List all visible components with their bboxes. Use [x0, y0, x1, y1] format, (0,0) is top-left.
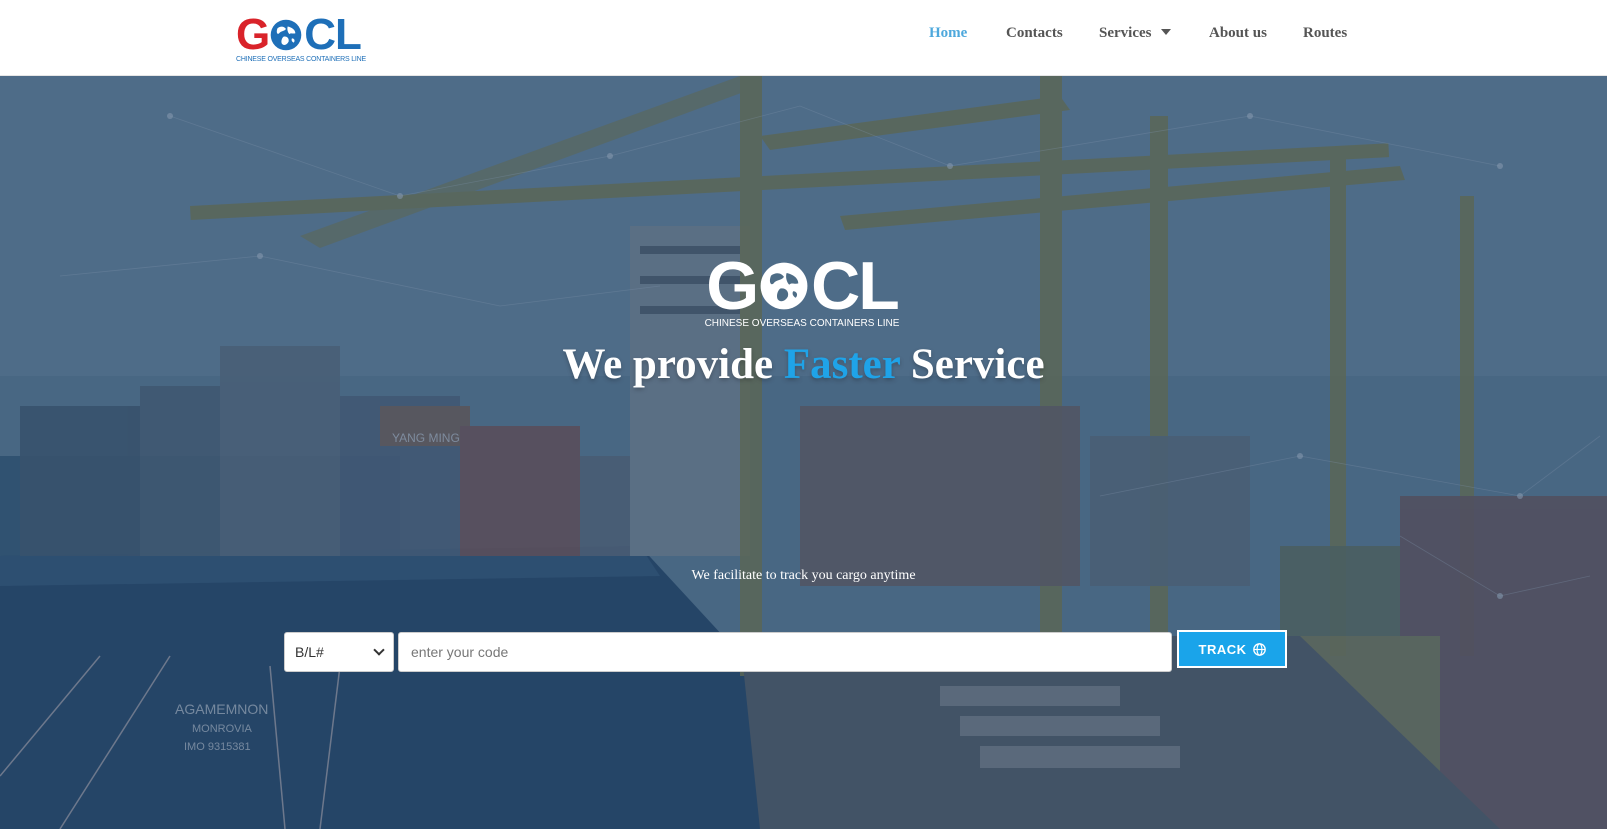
chevron-down-icon	[373, 644, 385, 656]
logo-subtitle: CHINESE OVERSEAS CONTAINERS LINE	[236, 56, 367, 63]
hero-logo: G CL CHINESE OVERSEAS CONTAINERS LINE	[700, 248, 904, 332]
tracking-type-value: B/L#	[295, 644, 324, 660]
caret-down-icon	[1161, 28, 1172, 35]
headline-accent-word: Faster	[783, 341, 901, 388]
headline-text-before: We provide	[562, 341, 784, 388]
hero-headline: We provide Faster Service	[0, 340, 1607, 389]
globe-icon	[760, 262, 808, 310]
hero-logo-letter-g: G	[706, 248, 759, 324]
headline-text-after: Service	[900, 341, 1045, 388]
nav-about-us[interactable]: About us	[1209, 22, 1267, 44]
main-nav: Home Contacts Services About us Routes	[0, 22, 1607, 44]
hero-overlay	[0, 76, 1607, 829]
hero-subline: We facilitate to track you cargo anytime	[691, 568, 916, 583]
track-button-label: TRACK	[1198, 641, 1247, 657]
tracking-type-select[interactable]: B/L#	[284, 632, 394, 672]
hero-logo-subtitle: CHINESE OVERSEAS CONTAINERS LINE	[704, 318, 900, 329]
hero-section: AGAMEMNON MONROVIA IMO 9315381 YANG MING…	[0, 76, 1607, 829]
nav-services[interactable]: Services	[1099, 22, 1172, 44]
globe-icon	[1252, 642, 1266, 656]
site-header: G CL CHINESE OVERSEAS CONTAINERS LINE Ho…	[0, 0, 1607, 76]
nav-services-label: Services	[1099, 25, 1152, 41]
track-button[interactable]: TRACK	[1177, 630, 1287, 668]
tracking-form: B/L# TRACK	[284, 630, 1288, 672]
tracking-code-input[interactable]	[398, 632, 1172, 672]
nav-contacts[interactable]: Contacts	[1006, 22, 1063, 44]
nav-home[interactable]: Home	[929, 22, 967, 44]
hero-logo-letters-cl: CL	[811, 248, 900, 324]
nav-routes[interactable]: Routes	[1303, 22, 1347, 44]
